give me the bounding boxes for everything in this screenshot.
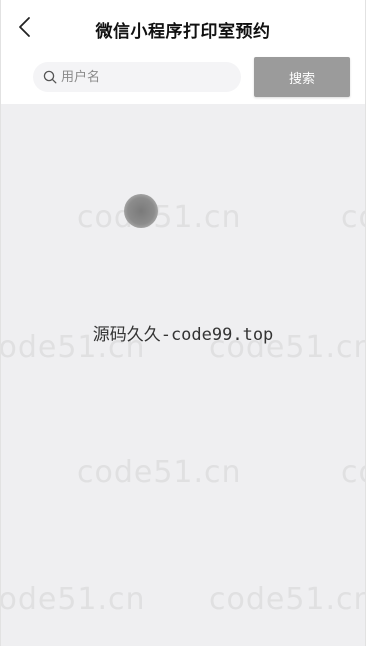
- watermark-text: code51.cn: [77, 200, 242, 235]
- page-title: 微信小程序打印室预约: [95, 22, 271, 42]
- search-field[interactable]: [33, 62, 241, 92]
- search-bar: 搜索: [1, 56, 365, 104]
- center-overlay-text: 源码久久-code99.top: [92, 325, 274, 345]
- search-button[interactable]: 搜索: [254, 57, 350, 97]
- watermark-text: code51.cn: [0, 582, 146, 617]
- watermark-text: code51.cn: [209, 582, 366, 617]
- watermark-text: code51.cn: [77, 455, 242, 490]
- watermark-text: code51.cn: [341, 455, 365, 490]
- app-screen: code51.cn c ode51.cn code51.cn code51.cn …: [0, 0, 366, 646]
- navigation-bar: 微信小程序打印室预约: [1, 0, 365, 56]
- loading-indicator: [124, 194, 158, 228]
- watermark-text: code51.cn: [341, 200, 365, 235]
- search-input[interactable]: [61, 62, 233, 92]
- search-icon: [43, 70, 57, 84]
